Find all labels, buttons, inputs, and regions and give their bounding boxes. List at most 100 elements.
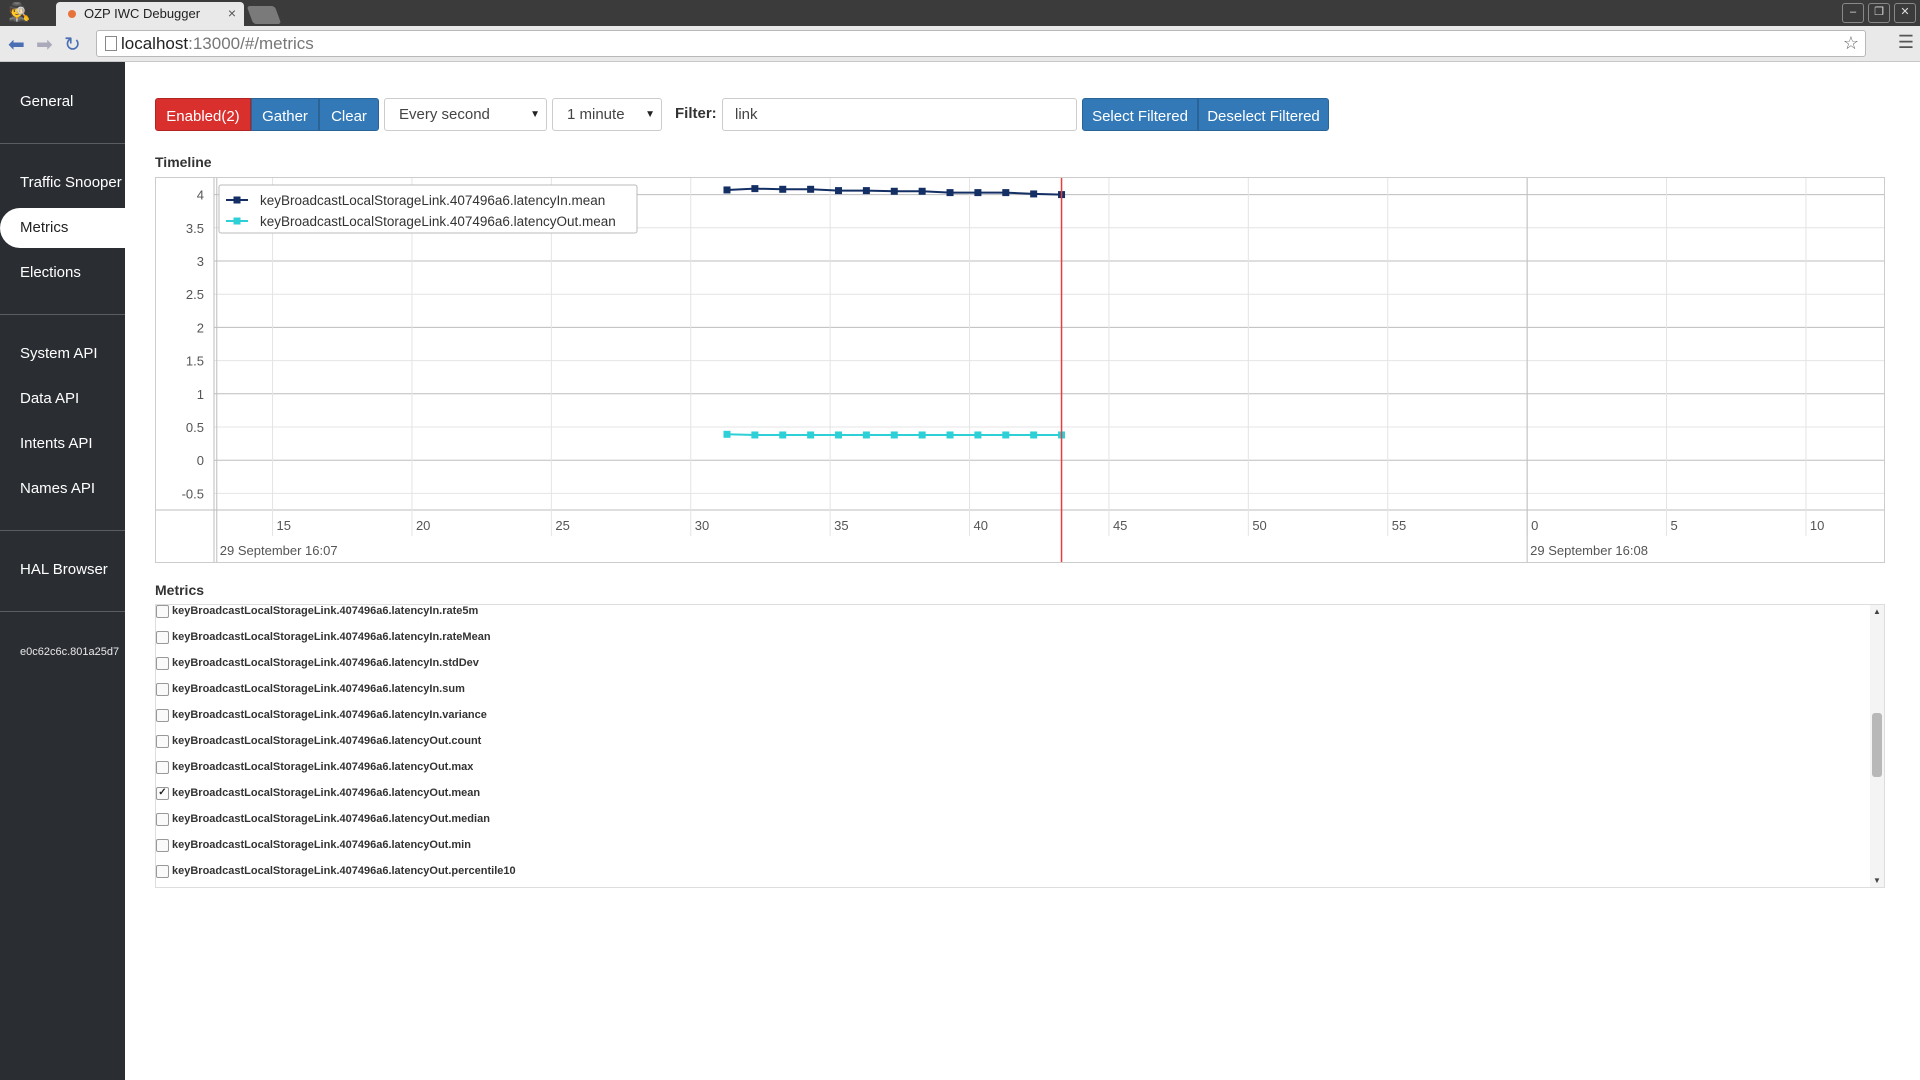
metric-label: keyBroadcastLocalStorageLink.407496a6.la… bbox=[172, 657, 479, 669]
restore-icon[interactable]: ❐ bbox=[1868, 3, 1890, 23]
sidebar-item-data-api[interactable]: Data API bbox=[0, 379, 125, 419]
data-point bbox=[807, 431, 815, 439]
y-tick-label: -0.5 bbox=[182, 486, 204, 501]
legend-label: keyBroadcastLocalStorageLink.407496a6.la… bbox=[260, 214, 616, 229]
timeline-title: Timeline bbox=[155, 154, 212, 170]
page-icon bbox=[105, 36, 117, 51]
window-select-value: 1 minute bbox=[567, 106, 625, 123]
sidebar-divider bbox=[0, 143, 125, 144]
metric-label: keyBroadcastLocalStorageLink.407496a6.la… bbox=[172, 709, 487, 721]
timeline-svg: 4 3.5 3 2.5 2 1.5 1 0.5 0 -0.5 15 20 25 30 35 40 45 50 55 0… bbox=[156, 178, 1884, 562]
filter-label: Filter: bbox=[675, 105, 717, 122]
data-point bbox=[946, 189, 954, 197]
scroll-down-icon[interactable]: ▼ bbox=[1873, 876, 1881, 885]
metric-checkbox[interactable] bbox=[156, 605, 169, 618]
metric-label: keyBroadcastLocalStorageLink.407496a6.la… bbox=[172, 813, 490, 825]
x-tick-label: 45 bbox=[1113, 518, 1127, 533]
scrollbar-thumb[interactable] bbox=[1872, 713, 1882, 777]
select-filtered-button[interactable]: Select Filtered bbox=[1082, 98, 1198, 131]
close-window-icon[interactable]: ✕ bbox=[1894, 3, 1916, 23]
spy-icon: 🕵 bbox=[8, 2, 31, 22]
metric-checkbox[interactable] bbox=[156, 631, 169, 644]
reload-icon[interactable]: ↻ bbox=[64, 32, 81, 57]
metric-checkbox[interactable] bbox=[156, 813, 169, 826]
x-tick-label: 55 bbox=[1392, 518, 1406, 533]
metric-checkbox[interactable] bbox=[156, 735, 169, 748]
data-point bbox=[918, 187, 926, 195]
window-select[interactable]: 1 minute ▼ bbox=[552, 98, 662, 131]
metric-checkbox[interactable] bbox=[156, 709, 169, 722]
caret-down-icon: ▼ bbox=[530, 109, 540, 120]
y-tick-label: 1 bbox=[197, 387, 204, 402]
enabled-button[interactable]: Enabled(2) bbox=[155, 98, 251, 131]
sidebar-divider bbox=[0, 611, 125, 612]
minimize-icon[interactable]: – bbox=[1842, 3, 1864, 23]
close-tab-icon[interactable]: × bbox=[228, 5, 236, 21]
metrics-title: Metrics bbox=[155, 582, 205, 598]
x-major-label: 29 September 16:07 bbox=[220, 543, 338, 558]
x-major-label: 29 September 16:08 bbox=[1530, 543, 1648, 558]
y-tick-label: 2 bbox=[197, 320, 204, 335]
metric-label: keyBroadcastLocalStorageLink.407496a6.la… bbox=[172, 631, 491, 643]
sidebar-item-general[interactable]: General bbox=[0, 82, 125, 122]
data-point bbox=[779, 185, 787, 193]
browser-tab[interactable]: OZP IWC Debugger × bbox=[56, 2, 244, 26]
deselect-filtered-button[interactable]: Deselect Filtered bbox=[1198, 98, 1329, 131]
tab-title: OZP IWC Debugger bbox=[84, 6, 201, 21]
data-point bbox=[862, 187, 870, 195]
data-point bbox=[918, 431, 926, 439]
sidebar-item-metrics[interactable]: Metrics bbox=[0, 208, 125, 248]
new-tab-button[interactable] bbox=[246, 6, 282, 24]
back-icon[interactable]: ⬅ bbox=[8, 32, 25, 57]
y-tick-label: 4 bbox=[197, 188, 204, 203]
interval-select[interactable]: Every second ▼ bbox=[384, 98, 547, 131]
gather-button[interactable]: Gather bbox=[251, 98, 319, 131]
metric-label: keyBroadcastLocalStorageLink.407496a6.la… bbox=[172, 839, 471, 851]
sidebar-item-elections[interactable]: Elections bbox=[0, 253, 125, 293]
x-tick-label: 10 bbox=[1810, 518, 1824, 533]
metric-checkbox[interactable] bbox=[156, 865, 169, 878]
sidebar-item-hal-browser[interactable]: HAL Browser bbox=[0, 550, 125, 590]
browser-title-bar: 🕵 OZP IWC Debugger × – ❐ ✕ bbox=[0, 0, 1920, 26]
menu-icon[interactable]: ☰ bbox=[1898, 32, 1914, 53]
y-tick-label: 3 bbox=[197, 254, 204, 269]
metric-checkbox[interactable] bbox=[156, 683, 169, 696]
sidebar-item-label: HAL Browser bbox=[20, 561, 108, 578]
data-point bbox=[723, 430, 731, 438]
data-point bbox=[1002, 431, 1010, 439]
metric-checkbox[interactable]: ✓ bbox=[156, 787, 169, 800]
metric-label: keyBroadcastLocalStorageLink.407496a6.la… bbox=[172, 865, 516, 877]
data-point bbox=[946, 431, 954, 439]
metric-checkbox[interactable] bbox=[156, 761, 169, 774]
metrics-scrollbar[interactable]: ▲ ▼ bbox=[1870, 605, 1884, 887]
sidebar-item-traffic-snooper[interactable]: Traffic Snooper bbox=[0, 163, 125, 203]
sidebar-item-label: Metrics bbox=[20, 219, 69, 236]
x-tick-label: 20 bbox=[416, 518, 430, 533]
metric-label: keyBroadcastLocalStorageLink.407496a6.la… bbox=[172, 605, 479, 617]
data-point bbox=[974, 189, 982, 197]
forward-icon[interactable]: ➡ bbox=[36, 32, 53, 57]
address-bar[interactable]: localhost:13000/#/metrics ☆ bbox=[96, 30, 1866, 57]
data-point bbox=[890, 431, 898, 439]
metric-label: keyBroadcastLocalStorageLink.407496a6.la… bbox=[172, 761, 474, 773]
data-point bbox=[751, 431, 759, 439]
metric-checkbox[interactable] bbox=[156, 839, 169, 852]
sidebar-item-label: Intents API bbox=[20, 435, 93, 452]
scroll-up-icon[interactable]: ▲ bbox=[1873, 607, 1881, 616]
sidebar-item-names-api[interactable]: Names API bbox=[0, 469, 125, 509]
favicon-icon bbox=[68, 10, 76, 18]
metric-checkbox[interactable] bbox=[156, 657, 169, 670]
data-point bbox=[890, 187, 898, 195]
sidebar-item-intents-api[interactable]: Intents API bbox=[0, 424, 125, 464]
sidebar-divider bbox=[0, 314, 125, 315]
data-point bbox=[862, 431, 870, 439]
data-point bbox=[751, 185, 759, 193]
metric-label: keyBroadcastLocalStorageLink.407496a6.la… bbox=[172, 683, 465, 695]
clear-button[interactable]: Clear bbox=[319, 98, 379, 131]
data-point bbox=[835, 431, 843, 439]
sidebar-item-system-api[interactable]: System API bbox=[0, 334, 125, 374]
bookmark-star-icon[interactable]: ☆ bbox=[1843, 31, 1859, 56]
filter-input[interactable] bbox=[722, 98, 1077, 131]
metric-label: keyBroadcastLocalStorageLink.407496a6.la… bbox=[172, 787, 481, 799]
data-point bbox=[807, 185, 815, 193]
